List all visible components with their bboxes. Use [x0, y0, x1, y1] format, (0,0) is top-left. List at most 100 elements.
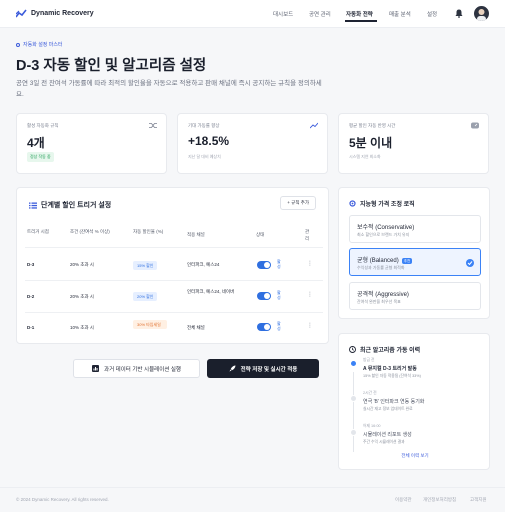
- stat-value: 5분 이내: [349, 136, 393, 150]
- logo[interactable]: Dynamic Recovery: [16, 9, 94, 18]
- speed-icon: [471, 122, 479, 129]
- clock-icon: [349, 346, 356, 353]
- col-header-manage: 관리: [305, 229, 310, 241]
- row-condition: 20% 초과 시: [70, 294, 94, 299]
- logic-option-balanced[interactable]: 균형 (Balanced) 추천 수익성과 가동률 균형 최적화: [349, 248, 481, 276]
- footer: © 2024 Dynamic Recovery. All rights rese…: [0, 487, 505, 512]
- divider: [25, 280, 323, 281]
- page-description: 공연 3일 전 잔여석 가동률에 따라 최적의 할인율을 자동으로 적용하고 판…: [16, 80, 322, 98]
- pricing-logic-card: 지능형 가격 조정 로직 보수적 (Conservative) 최소 할인으로 …: [338, 187, 490, 319]
- logo-text: Dynamic Recovery: [31, 10, 94, 17]
- status-label: 활성: [277, 321, 281, 331]
- nav-sales-analysis[interactable]: 매출 분석: [389, 10, 411, 18]
- logic-option-conservative[interactable]: 보수적 (Conservative) 최소 할인으로 브랜드 가치 유지: [349, 215, 481, 243]
- footer-link-support[interactable]: 고객지원: [470, 497, 487, 503]
- history-item-sub: 15% 할인 자동 적용됨 (잔여석 33%): [363, 374, 421, 378]
- history-time: 방금 전: [363, 358, 375, 362]
- trigger-settings-card: 단계별 할인 트리거 설정 + 규칙 추가 트리거 시점 조건 (잔여석 % 이…: [16, 187, 329, 344]
- simulate-button[interactable]: 과거 데이터 기반 시뮬레이션 실행: [73, 359, 200, 378]
- discount-badge: 30% 타임세일: [133, 320, 167, 329]
- footer-link-privacy[interactable]: 개인정보처리방침: [423, 497, 456, 503]
- row-time: D-3: [27, 262, 35, 267]
- status-label: 활성: [277, 259, 281, 269]
- recommend-badge: 추천: [401, 258, 413, 264]
- timeline-dot: [350, 360, 357, 367]
- stat-sub: 시스템 지연 최소화: [349, 154, 381, 159]
- chart-icon: [92, 365, 100, 372]
- history-item-title: 시뮬레이션 리포트 생성: [363, 432, 412, 438]
- more-icon[interactable]: ⋮: [307, 291, 313, 298]
- nav-active-indicator: [345, 20, 377, 22]
- gear-icon: [349, 200, 356, 207]
- page-title: D-3 자동 할인 및 알고리즘 설정: [16, 58, 207, 74]
- stat-value: 4개: [27, 136, 45, 150]
- nav-dashboard[interactable]: 대시보드: [273, 10, 293, 18]
- option-desc: 수익성과 가동률 균형 최적화: [357, 265, 405, 270]
- history-title: 최근 알고리즘 가동 이력: [349, 345, 420, 354]
- col-header-channel: 적용 채널: [187, 232, 205, 237]
- status-toggle[interactable]: [257, 323, 271, 331]
- stat-label: 기대 가동률 향상: [188, 123, 220, 128]
- breadcrumb-icon: [16, 42, 20, 47]
- history-time: 2시간 전: [363, 391, 377, 395]
- stat-label: 활성 자동화 규칙: [27, 123, 59, 128]
- nav-settings[interactable]: 설정: [427, 10, 437, 18]
- logic-option-aggressive[interactable]: 공격적 (Aggressive) 잔여석 완판을 최우선 목표: [349, 282, 481, 310]
- check-icon: [466, 259, 474, 267]
- history-time: 어제 16:00: [363, 424, 381, 428]
- discount-badge: 20% 할인: [133, 292, 158, 301]
- row-channel: 인터파크, 예스24, 네이버: [187, 289, 235, 294]
- status-toggle[interactable]: [257, 292, 271, 300]
- trend-up-icon: [310, 122, 318, 129]
- divider: [25, 312, 323, 313]
- bell-icon[interactable]: [455, 9, 463, 18]
- nav-automation[interactable]: 자동화 전략: [346, 10, 373, 18]
- save-apply-label: 전략 저장 및 실시간 적용: [240, 366, 298, 373]
- simulate-label: 과거 데이터 기반 시뮬레이션 실행: [104, 366, 181, 373]
- logic-title: 지능형 가격 조정 로직: [349, 199, 415, 208]
- stat-card-expected-rate: 기대 가동률 향상 +18.5% 지난 달 대비 예상치: [177, 113, 328, 174]
- row-time: D-2: [27, 294, 35, 299]
- save-apply-button[interactable]: 전략 저장 및 실시간 적용: [207, 359, 319, 378]
- trigger-title-label: 단계별 할인 트리거 설정: [41, 202, 112, 209]
- status-toggle[interactable]: [257, 261, 271, 269]
- option-name: 공격적 (Aggressive): [357, 292, 409, 298]
- option-desc: 잔여석 완판을 최우선 목표: [357, 299, 401, 304]
- history-title-label: 최근 알고리즘 가동 이력: [360, 348, 421, 354]
- row-time: D-1: [27, 325, 35, 330]
- nav-performance[interactable]: 공연 관리: [309, 10, 331, 18]
- discount-badge: 15% 할인: [133, 261, 158, 270]
- more-icon[interactable]: ⋮: [307, 260, 313, 267]
- avatar[interactable]: [474, 6, 489, 21]
- rocket-icon: [229, 365, 236, 372]
- breadcrumb-label: 자동화 설정 마스터: [23, 42, 63, 48]
- footer-link-terms[interactable]: 이용약관: [395, 497, 412, 503]
- option-name: 균형 (Balanced) 추천: [357, 255, 413, 264]
- add-rule-button[interactable]: + 규칙 추가: [280, 196, 316, 210]
- user-avatar-icon: [477, 9, 486, 21]
- timeline-dot: [350, 429, 357, 436]
- list-icon: [29, 202, 37, 209]
- option-name-text: 균형 (Balanced): [357, 258, 399, 264]
- view-all-history-link[interactable]: 전체 이력 보기: [339, 453, 491, 459]
- more-icon[interactable]: ⋮: [307, 322, 313, 329]
- divider: [25, 247, 323, 248]
- timeline-line: [353, 372, 354, 452]
- stat-card-reflect-time: 평균 할인 자동 반영 시간 5분 이내 시스템 지연 최소화: [338, 113, 489, 174]
- row-condition: 10% 초과 시: [70, 325, 94, 330]
- footer-copyright: © 2024 Dynamic Recovery. All rights rese…: [16, 497, 109, 502]
- history-item-sub: 실시간 재고 정보 업데이트 완료: [363, 407, 413, 411]
- breadcrumb: 자동화 설정 마스터: [16, 41, 63, 48]
- status-badge: 정상 작동 중: [27, 152, 54, 162]
- timeline-dot: [350, 395, 357, 402]
- trigger-card-title: 단계별 할인 트리거 설정: [29, 200, 111, 210]
- status-label: 활성: [277, 290, 281, 300]
- row-channel: 인터파크, 예스24: [187, 262, 220, 267]
- col-header-time: 트리거 시점: [27, 229, 49, 234]
- stat-card-active-rules: 활성 자동화 규칙 4개 정상 작동 중: [16, 113, 167, 174]
- history-item-sub: 주간 수익 시뮬레이션 결과: [363, 440, 405, 444]
- shuffle-icon: [149, 123, 157, 128]
- col-header-condition: 조건 (잔여석 % 이상): [70, 229, 110, 234]
- col-header-status: 상태: [256, 232, 265, 237]
- col-header-rate: 자동 할인율 (%): [133, 229, 164, 234]
